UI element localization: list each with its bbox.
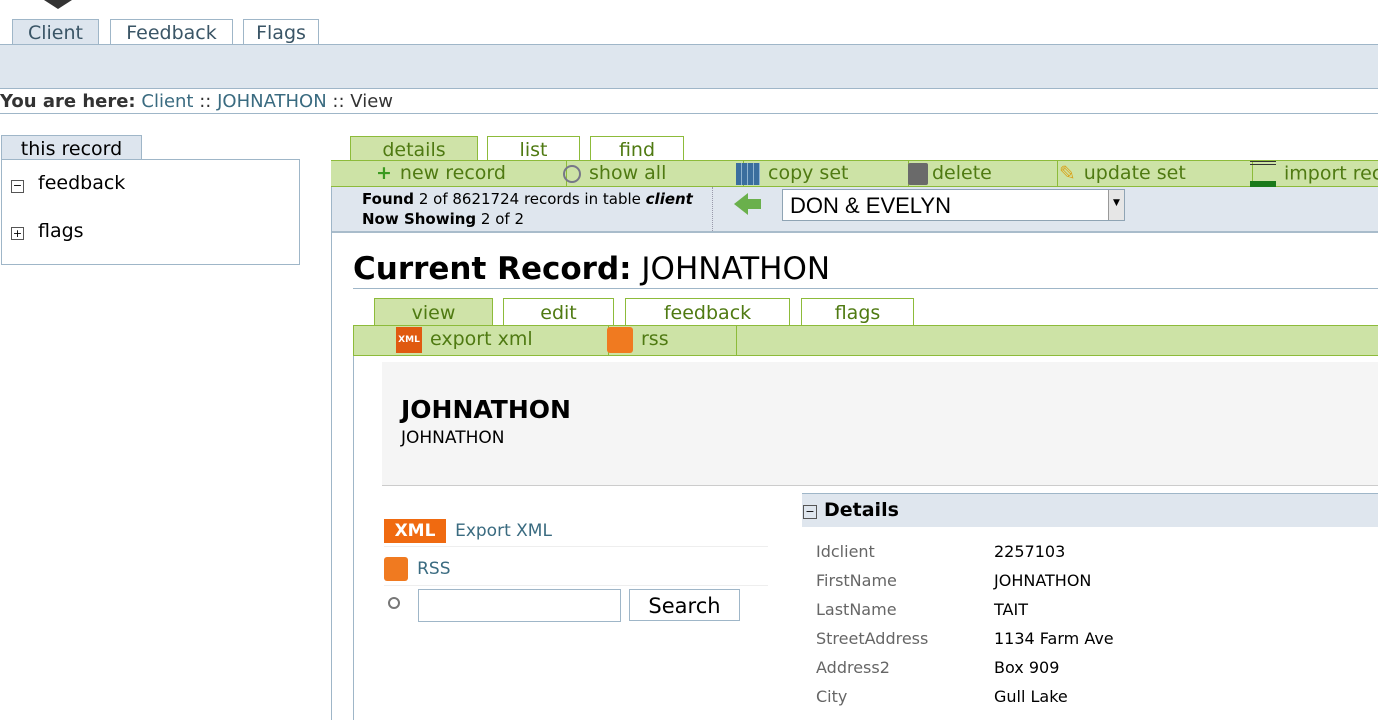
record-heading: JOHNATHON (401, 395, 571, 424)
detail-row: Address2 Box 909 (816, 656, 1376, 685)
magnifier-icon (563, 164, 581, 183)
detail-value: Gull Lake (994, 687, 1068, 706)
detail-value: JOHNATHON (994, 571, 1092, 590)
collapse-icon[interactable]: − (11, 180, 24, 193)
tab-flags[interactable]: Flags (243, 19, 319, 45)
xml-icon: XML (384, 519, 446, 543)
breadcrumb-sep: :: (332, 91, 345, 112)
record-select[interactable]: DON & EVELYN ▼ (782, 189, 1125, 221)
tab-feedback[interactable]: Feedback (110, 19, 233, 45)
detail-row: StreetAddress 1134 Farm Ave (816, 627, 1376, 656)
logo-mark (44, 0, 72, 9)
collapse-icon[interactable]: − (803, 505, 817, 519)
sidebar-panel: − feedback + flags (1, 159, 300, 265)
breadcrumb-sep: :: (199, 91, 212, 112)
detail-label: FirstName (816, 571, 897, 590)
details-table: Idclient 2257103 FirstName JOHNATHON LastNam… (816, 540, 1376, 714)
rss-icon (384, 557, 408, 581)
detail-label: Idclient (816, 542, 875, 561)
breadcrumb-view: View (350, 91, 393, 112)
search-button[interactable]: Search (629, 589, 740, 621)
tab-edit[interactable]: edit (503, 298, 614, 326)
sidebar-tab[interactable]: this record (1, 135, 142, 160)
divider (0, 113, 1378, 114)
plus-icon: + (376, 162, 392, 184)
main-left-border (331, 160, 332, 720)
sidebar-item-label: flags (38, 220, 84, 242)
detail-row: FirstName JOHNATHON (816, 569, 1376, 598)
detail-label: StreetAddress (816, 629, 929, 648)
previous-arrow-icon[interactable] (734, 193, 748, 215)
tab-flags-sub[interactable]: flags (801, 298, 914, 326)
detail-label: City (816, 687, 848, 706)
rss-icon (607, 326, 633, 353)
previous-arrow-tail (747, 199, 761, 209)
record-subheading: JOHNATHON (401, 428, 505, 448)
chevron-down-icon[interactable]: ▼ (1108, 190, 1124, 220)
import-button[interactable]: import rec (1212, 161, 1378, 187)
show-all-label[interactable]: show all (563, 161, 699, 186)
expand-icon[interactable]: + (11, 227, 24, 240)
details-header[interactable]: − Details (802, 493, 1378, 527)
sub-toolbar: XML export xml rss (353, 325, 1378, 356)
detail-value: TAIT (994, 600, 1028, 619)
trash-icon (908, 162, 928, 185)
xml-icon: XML (396, 326, 422, 353)
detail-value: Box 909 (994, 658, 1060, 677)
info-bar: Found 2 of 8621724 records in table clie… (332, 187, 1378, 233)
sidebar-item-feedback[interactable]: − feedback (11, 172, 125, 194)
tab-client[interactable]: Client (12, 19, 99, 45)
page-title: Current Record: JOHNATHON (353, 251, 831, 287)
tab-feedback-sub[interactable]: feedback (625, 298, 790, 326)
sidebar-item-label: feedback (38, 172, 126, 194)
detail-label: Address2 (816, 658, 890, 677)
breadcrumb: You are here: Client :: JOHNATHON :: Vie… (0, 91, 393, 112)
tab-find[interactable]: find (590, 136, 684, 161)
detail-value: 2257103 (994, 542, 1066, 561)
detail-row: Idclient 2257103 (816, 540, 1376, 569)
detail-row: City Gull Lake (816, 685, 1376, 714)
content-left-border (353, 356, 354, 720)
sidebar-item-flags[interactable]: + flags (11, 220, 84, 242)
export-xml-link[interactable]: XML Export XML (384, 519, 768, 547)
info-divider (712, 187, 713, 231)
detail-label: LastName (816, 600, 897, 619)
toolbar: + new record show all copy set delete ✎ up… (331, 160, 1378, 187)
rss-link[interactable]: RSS (384, 557, 768, 586)
import-icon (1250, 161, 1276, 187)
pencil-icon: ✎ (1059, 161, 1076, 185)
search-icon (388, 597, 400, 609)
record-header: JOHNATHON JOHNATHON (382, 362, 1378, 486)
breadcrumb-client[interactable]: Client (141, 91, 193, 112)
tab-details[interactable]: details (350, 136, 478, 161)
detail-value: 1134 Farm Ave (994, 629, 1114, 648)
tab-list[interactable]: list (487, 136, 580, 161)
breadcrumb-record[interactable]: JOHNATHON (217, 91, 327, 112)
table-icon (736, 162, 760, 185)
rss-button[interactable]: rss (566, 326, 737, 355)
title-underline (353, 288, 1378, 289)
tab-view[interactable]: view (374, 298, 493, 326)
top-band (0, 44, 1378, 89)
breadcrumb-prefix: You are here: (0, 91, 136, 112)
detail-row: LastName TAIT (816, 598, 1376, 627)
showing-text: Now Showing 2 of 2 (362, 210, 525, 228)
search-input[interactable] (418, 589, 621, 622)
found-text: Found 2 of 8621724 records in table clie… (362, 190, 693, 208)
